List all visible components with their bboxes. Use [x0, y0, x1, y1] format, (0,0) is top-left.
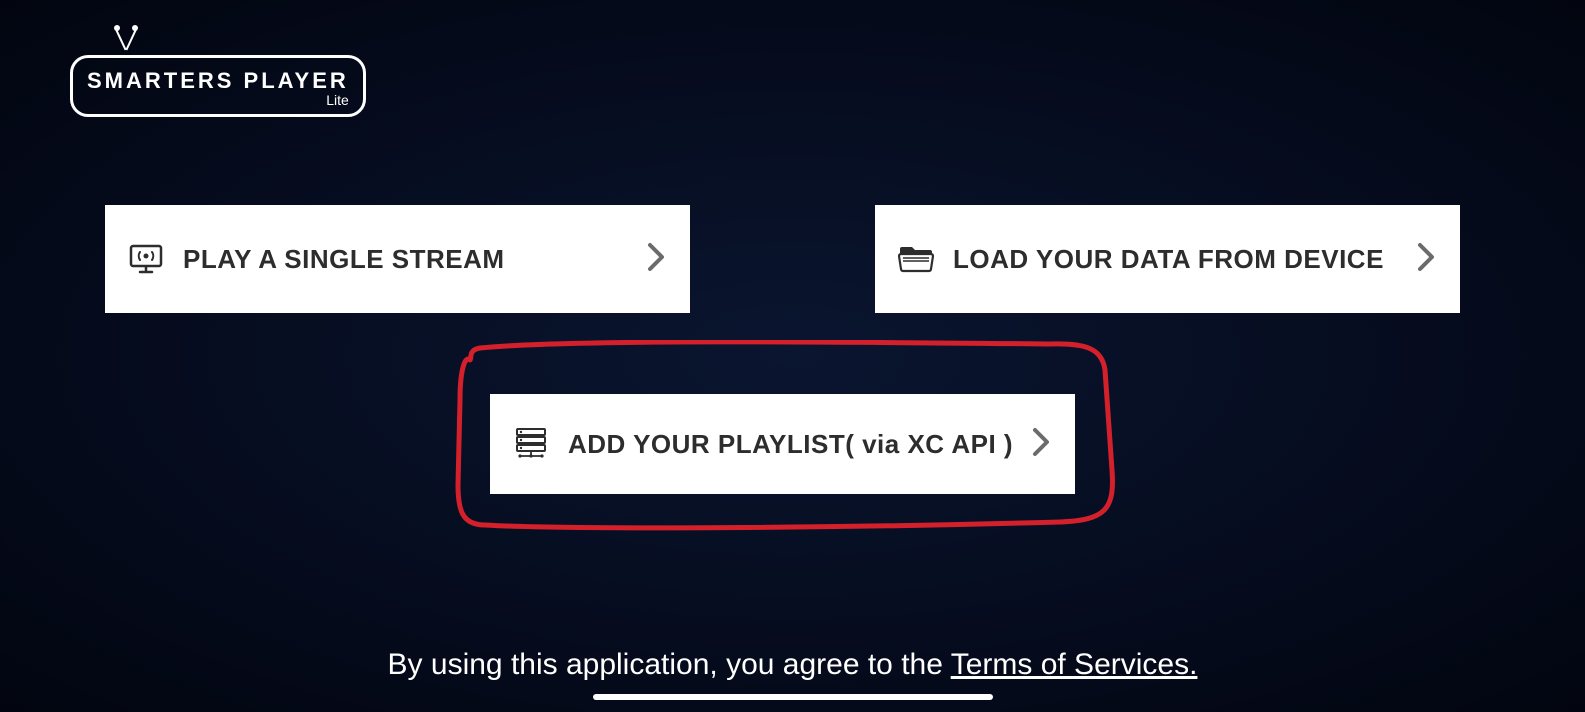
load-from-device-button[interactable]: LOAD YOUR DATA FROM DEVICE [875, 205, 1460, 313]
app-logo: SMARTERS PLAYER Lite [70, 35, 330, 115]
chevron-right-icon [646, 241, 666, 278]
chevron-right-icon [1031, 426, 1051, 463]
folder-icon [897, 243, 935, 275]
logo-title: SMARTERS PLAYER [87, 68, 349, 94]
option-label: PLAY A SINGLE STREAM [183, 244, 646, 275]
terms-of-services-link[interactable]: Terms of Services. [951, 648, 1198, 681]
terms-footer: By using this application, you agree to … [0, 648, 1585, 682]
option-label: ADD YOUR PLAYLIST( via XC API ) [568, 429, 1031, 460]
home-indicator [593, 694, 993, 700]
play-single-stream-button[interactable]: PLAY A SINGLE STREAM [105, 205, 690, 313]
server-stack-icon [512, 428, 550, 460]
option-label: LOAD YOUR DATA FROM DEVICE [953, 244, 1416, 275]
broadcast-monitor-icon [127, 243, 165, 275]
footer-prefix: By using this application, you agree to … [388, 648, 951, 681]
chevron-right-icon [1416, 241, 1436, 278]
logo-sub: Lite [87, 92, 349, 108]
add-playlist-xc-api-button[interactable]: ADD YOUR PLAYLIST( via XC API ) [490, 394, 1075, 494]
